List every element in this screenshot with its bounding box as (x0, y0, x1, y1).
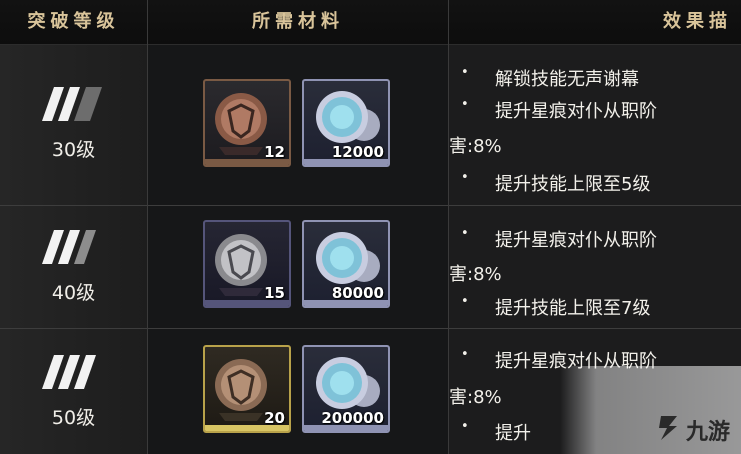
material-quantity: 15 (264, 284, 285, 302)
material-slot[interactable]: 15 (203, 220, 291, 308)
bullet-icon: • (461, 294, 469, 309)
effect-line-continued: 害:8% (449, 387, 502, 408)
header-effect-description: 效果描 (663, 11, 732, 32)
rank-stripes-icon (40, 353, 106, 391)
bullet-icon: • (461, 419, 469, 434)
watermark-brand: 九游 (686, 420, 731, 445)
bullet-icon: • (461, 65, 469, 80)
material-quantity: 20 (264, 409, 285, 427)
jiuyou-logo-icon (655, 412, 683, 446)
material-slot[interactable]: 12 (203, 79, 291, 167)
material-slot[interactable]: 200000 (302, 345, 390, 433)
effect-line: • 提升技能上限至7级 (461, 294, 651, 319)
column-divider (147, 0, 148, 454)
bullet-icon: • (461, 347, 469, 362)
effect-line: • 解锁技能无声谢幕 (461, 65, 639, 90)
table-row: 30级 12 12000 • 解锁技能无声谢幕 • 提升星痕对仆从职阶 害:8% •… (0, 45, 741, 205)
bullet-icon: • (461, 97, 469, 112)
effect-line: • 提升 (461, 419, 531, 444)
header-breakthrough-level: 突破等级 (27, 11, 120, 32)
header-required-materials: 所需材料 (252, 11, 344, 32)
level-label: 40级 (51, 282, 96, 304)
effect-line: • 提升星痕对仆从职阶 (461, 97, 657, 122)
material-quantity: 12000 (331, 143, 384, 161)
table-header: 突破等级 所需材料 效果描 (0, 0, 741, 45)
material-quantity: 12 (264, 143, 285, 161)
material-slot[interactable]: 12000 (302, 79, 390, 167)
level-label: 30级 (51, 139, 96, 161)
effect-line: • 提升技能上限至5级 (461, 170, 651, 195)
table-row: 40级 15 80000 • 提升星痕对仆从职阶 害:8% • 提升技能上限至7级 (0, 206, 741, 328)
material-quantity: 200000 (321, 409, 384, 427)
column-divider (448, 0, 449, 454)
material-slot[interactable]: 80000 (302, 220, 390, 308)
effect-line-continued: 害:8% (449, 264, 502, 285)
effect-line: • 提升星痕对仆从职阶 (461, 226, 657, 251)
rank-stripes-icon (40, 228, 106, 266)
bullet-icon: • (461, 226, 469, 241)
material-quantity: 80000 (331, 284, 384, 302)
bullet-icon: • (461, 170, 469, 185)
level-label: 50级 (51, 407, 96, 429)
material-slot[interactable]: 20 (203, 345, 291, 433)
rank-stripes-icon (40, 85, 106, 123)
effect-line-continued: 害:8% (449, 136, 502, 157)
